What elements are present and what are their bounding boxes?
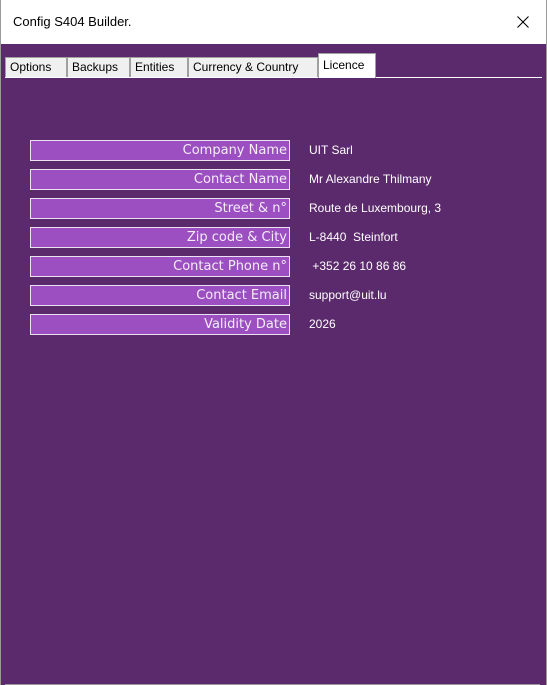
validity-date-value: 2026 (309, 317, 336, 331)
street-label: Street & n° (30, 198, 290, 219)
zip-city-label: Zip code & City (30, 227, 290, 248)
tab-currency-country[interactable]: Currency & Country (188, 57, 318, 77)
tab-backups[interactable]: Backups (67, 57, 130, 77)
tab-options[interactable]: Options (5, 57, 67, 77)
tab-label: Currency & Country (193, 60, 299, 74)
config-window: Config S404 Builder. Options Backups Ent… (0, 0, 547, 685)
validity-date-label: Validity Date (30, 314, 290, 335)
contact-phone-label: Contact Phone n° (30, 256, 290, 277)
window-title: Config S404 Builder. (13, 14, 132, 29)
company-name-value: UIT Sarl (309, 143, 353, 157)
contact-email-value: support@uit.lu (309, 288, 387, 302)
tab-label: Backups (72, 60, 119, 74)
zip-city-value: L-8440 Steinfort (309, 230, 398, 244)
close-button[interactable] (500, 0, 546, 44)
title-bar: Config S404 Builder. (1, 0, 546, 44)
contact-name-value: Mr Alexandre Thilmany (309, 172, 432, 186)
contact-email-label: Contact Email (30, 285, 290, 306)
contact-name-label: Contact Name (30, 169, 290, 190)
street-value: Route de Luxembourg, 3 (309, 201, 442, 215)
contact-phone-value: +352 26 10 86 86 (309, 259, 407, 273)
tab-label: Entities (135, 60, 175, 74)
tab-label: Options (10, 60, 52, 74)
tab-label: Licence (323, 58, 365, 72)
panel-border-bottom (1, 680, 546, 684)
company-name-label: Company Name (30, 140, 290, 161)
licence-panel (5, 77, 542, 680)
close-icon (517, 16, 529, 28)
tab-entities[interactable]: Entities (130, 57, 188, 77)
tab-licence[interactable]: Licence (318, 53, 376, 78)
